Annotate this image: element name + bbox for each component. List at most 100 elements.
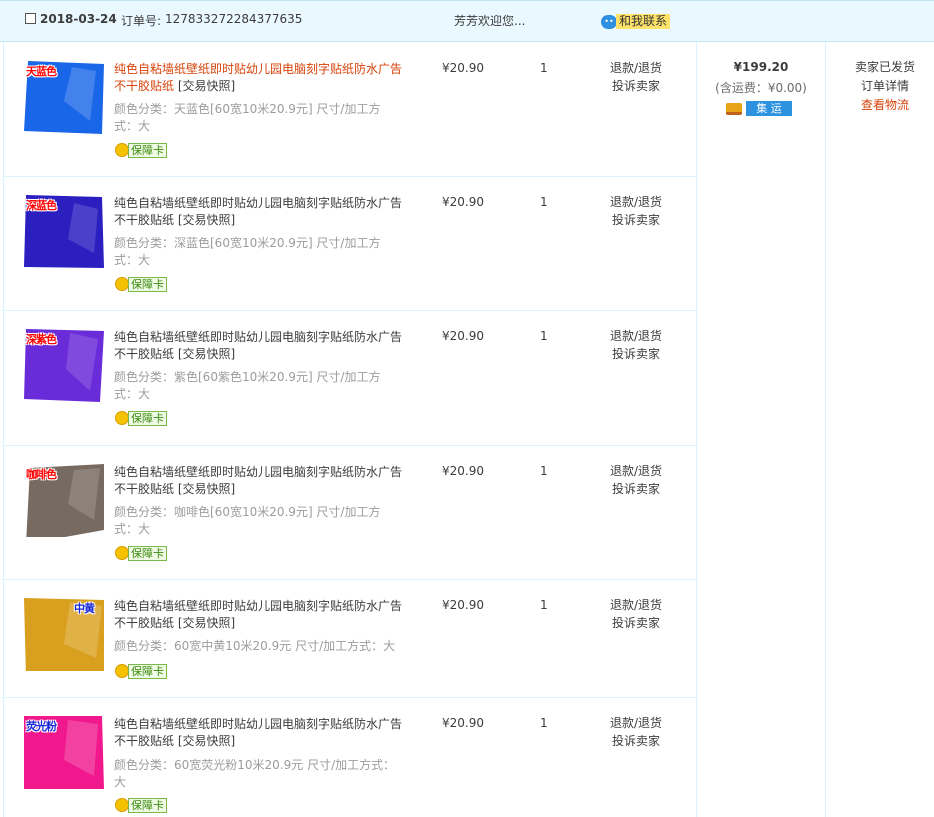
card-icon — [726, 103, 742, 115]
product-title-link[interactable]: 纯色自粘墙纸壁纸即时贴幼儿园电脑刻字贴纸防水广告不干胶贴纸 [交易快照] — [114, 61, 410, 95]
product-title-link[interactable]: 纯色自粘墙纸壁纸即时贴幼儿园电脑刻字贴纸防水广告不干胶贴纸 [交易快照] — [114, 195, 410, 229]
unit-price: ¥20.90 — [442, 329, 484, 343]
guarantee-card-label: 保障卡 — [128, 276, 167, 292]
quantity: 1 — [540, 464, 548, 478]
complain-seller-link[interactable]: 投诉卖家 — [606, 732, 666, 750]
order-status: 卖家已发货 订单详情 查看物流 — [826, 58, 934, 115]
product-title-link[interactable]: 纯色自粘墙纸壁纸即时贴幼儿园电脑刻字贴纸防水广告不干胶贴纸 [交易快照] — [114, 329, 410, 363]
guarantee-card-badge[interactable]: 保障卡 — [115, 545, 167, 561]
order-header: 2018-03-24 订单号: 127833272284377635 芳芳欢迎您… — [0, 0, 934, 42]
guarantee-card-label: 保障卡 — [128, 410, 167, 426]
product-thumbnail[interactable]: 深蓝色 — [24, 195, 104, 268]
order-date: 2018-03-24 — [40, 12, 117, 26]
color-tag: 中黄 — [74, 602, 95, 615]
refund-return-link[interactable]: 退款/退货 — [606, 714, 666, 732]
guarantee-card-badge[interactable]: 保障卡 — [115, 410, 167, 426]
product-title: 纯色自粘墙纸壁纸即时贴幼儿园电脑刻字贴纸防水广告不干胶贴纸 — [114, 196, 403, 227]
view-logistics-link[interactable]: 查看物流 — [826, 96, 934, 115]
consolidation-shipping[interactable]: 集 运 — [726, 101, 792, 116]
complain-seller-link[interactable]: 投诉卖家 — [606, 480, 666, 498]
product-thumbnail[interactable]: 天蓝色 — [24, 61, 104, 134]
complain-seller-link[interactable]: 投诉卖家 — [606, 77, 666, 95]
sku-info: 颜色分类：紫色[60紫色10米20.9元] 尺寸/加工方式：大 — [114, 370, 381, 401]
consolidation-label: 集 运 — [746, 101, 792, 116]
snapshot-link[interactable]: [交易快照] — [178, 347, 235, 361]
item-actions: 退款/退货 投诉卖家 — [606, 59, 666, 95]
quantity: 1 — [540, 61, 548, 75]
refund-return-link[interactable]: 退款/退货 — [606, 596, 666, 614]
color-tag: 深蓝色 — [26, 199, 57, 212]
product-thumbnail[interactable]: 荧光粉 — [24, 716, 104, 789]
order-total: ¥199.20 — [733, 60, 789, 74]
flower-icon — [115, 277, 129, 291]
flower-icon — [115, 546, 129, 560]
snapshot-link[interactable]: [交易快照] — [178, 482, 235, 496]
product-title-link[interactable]: 纯色自粘墙纸壁纸即时贴幼儿园电脑刻字贴纸防水广告不干胶贴纸 [交易快照] — [114, 598, 410, 632]
refund-return-link[interactable]: 退款/退货 — [606, 193, 666, 211]
order-detail-link[interactable]: 订单详情 — [826, 77, 934, 96]
product-title-link[interactable]: 纯色自粘墙纸壁纸即时贴幼儿园电脑刻字贴纸防水广告不干胶贴纸 [交易快照] — [114, 464, 410, 498]
snapshot-link[interactable]: [交易快照] — [178, 213, 235, 227]
unit-price: ¥20.90 — [442, 464, 484, 478]
color-tag: 咖啡色 — [26, 468, 57, 481]
shop-name-link[interactable]: 芳芳欢迎您... — [454, 12, 525, 29]
item-actions: 退款/退货 投诉卖家 — [606, 193, 666, 229]
guarantee-card-label: 保障卡 — [128, 545, 167, 561]
order-item: 中黄 纯色自粘墙纸壁纸即时贴幼儿园电脑刻字贴纸防水广告不干胶贴纸 [交易快照] … — [4, 580, 697, 698]
guarantee-card-badge[interactable]: 保障卡 — [115, 797, 167, 813]
shipping-fee: (含运费：¥0.00) — [715, 81, 807, 95]
unit-price: ¥20.90 — [442, 61, 484, 75]
product-title: 纯色自粘墙纸壁纸即时贴幼儿园电脑刻字贴纸防水广告不干胶贴纸 — [114, 599, 403, 630]
order-item: 荧光粉 纯色自粘墙纸壁纸即时贴幼儿园电脑刻字贴纸防水广告不干胶贴纸 [交易快照]… — [4, 698, 697, 817]
product-thumbnail[interactable]: 咖啡色 — [24, 464, 104, 537]
item-actions: 退款/退货 投诉卖家 — [606, 327, 666, 363]
complain-seller-link[interactable]: 投诉卖家 — [606, 211, 666, 229]
snapshot-link[interactable]: [交易快照] — [178, 734, 235, 748]
order-item: 深紫色 纯色自粘墙纸壁纸即时贴幼儿园电脑刻字贴纸防水广告不干胶贴纸 [交易快照]… — [4, 311, 697, 446]
product-title: 纯色自粘墙纸壁纸即时贴幼儿园电脑刻字贴纸防水广告不干胶贴纸 — [114, 717, 403, 748]
order-item: 深蓝色 纯色自粘墙纸壁纸即时贴幼儿园电脑刻字贴纸防水广告不干胶贴纸 [交易快照]… — [4, 177, 697, 311]
unit-price: ¥20.90 — [442, 716, 484, 730]
snapshot-link[interactable]: [交易快照] — [178, 616, 235, 630]
flower-icon — [115, 411, 129, 425]
product-title: 纯色自粘墙纸壁纸即时贴幼儿园电脑刻字贴纸防水广告不干胶贴纸 — [114, 330, 403, 361]
refund-return-link[interactable]: 退款/退货 — [606, 59, 666, 77]
refund-return-link[interactable]: 退款/退货 — [606, 327, 666, 345]
complain-seller-link[interactable]: 投诉卖家 — [606, 345, 666, 363]
product-thumbnail[interactable]: 中黄 — [24, 598, 104, 671]
order-item: 咖啡色 纯色自粘墙纸壁纸即时贴幼儿园电脑刻字贴纸防水广告不干胶贴纸 [交易快照]… — [4, 446, 697, 580]
unit-price: ¥20.90 — [442, 598, 484, 612]
complain-seller-link[interactable]: 投诉卖家 — [606, 614, 666, 632]
order-item: 天蓝色 纯色自粘墙纸壁纸即时贴幼儿园电脑刻字贴纸防水广告不干胶贴纸 [交易快照]… — [4, 42, 697, 177]
product-title: 纯色自粘墙纸壁纸即时贴幼儿园电脑刻字贴纸防水广告不干胶贴纸 — [114, 465, 403, 496]
sku-info: 颜色分类：深蓝色[60宽10米20.9元] 尺寸/加工方式：大 — [114, 236, 381, 267]
guarantee-card-badge[interactable]: 保障卡 — [115, 276, 167, 292]
order-status-column: 卖家已发货 订单详情 查看物流 — [826, 42, 934, 817]
snapshot-link[interactable]: [交易快照] — [178, 79, 235, 93]
sku-info: 颜色分类：咖啡色[60宽10米20.9元] 尺寸/加工方式：大 — [114, 505, 381, 536]
order-total-column: ¥199.20 (含运费：¥0.00) 集 运 — [697, 42, 826, 817]
order-number-label: 订单号: — [121, 14, 162, 28]
sku-info: 颜色分类：天蓝色[60宽10米20.9元] 尺寸/加工方式：大 — [114, 102, 381, 133]
order-card: 2018-03-24 订单号: 127833272284377635 芳芳欢迎您… — [0, 0, 934, 817]
guarantee-card-label: 保障卡 — [128, 797, 167, 813]
flower-icon — [115, 798, 129, 812]
refund-return-link[interactable]: 退款/退货 — [606, 462, 666, 480]
quantity: 1 — [540, 598, 548, 612]
order-checkbox[interactable] — [25, 13, 36, 24]
item-actions: 退款/退货 投诉卖家 — [606, 462, 666, 498]
contact-seller-label: 和我联系 — [616, 14, 671, 29]
quantity: 1 — [540, 329, 548, 343]
product-title: 纯色自粘墙纸壁纸即时贴幼儿园电脑刻字贴纸防水广告不干胶贴纸 — [114, 62, 403, 93]
chat-bubble-icon: •• — [601, 15, 617, 29]
item-actions: 退款/退货 投诉卖家 — [606, 714, 666, 750]
guarantee-card-badge[interactable]: 保障卡 — [115, 142, 167, 158]
product-title-link[interactable]: 纯色自粘墙纸壁纸即时贴幼儿园电脑刻字贴纸防水广告不干胶贴纸 [交易快照] — [114, 716, 410, 750]
guarantee-card-label: 保障卡 — [128, 142, 167, 158]
color-tag: 天蓝色 — [26, 65, 57, 78]
guarantee-card-badge[interactable]: 保障卡 — [115, 663, 167, 679]
guarantee-card-label: 保障卡 — [128, 663, 167, 679]
order-items: 天蓝色 纯色自粘墙纸壁纸即时贴幼儿园电脑刻字贴纸防水广告不干胶贴纸 [交易快照]… — [3, 42, 697, 817]
product-thumbnail[interactable]: 深紫色 — [24, 329, 104, 402]
unit-price: ¥20.90 — [442, 195, 484, 209]
